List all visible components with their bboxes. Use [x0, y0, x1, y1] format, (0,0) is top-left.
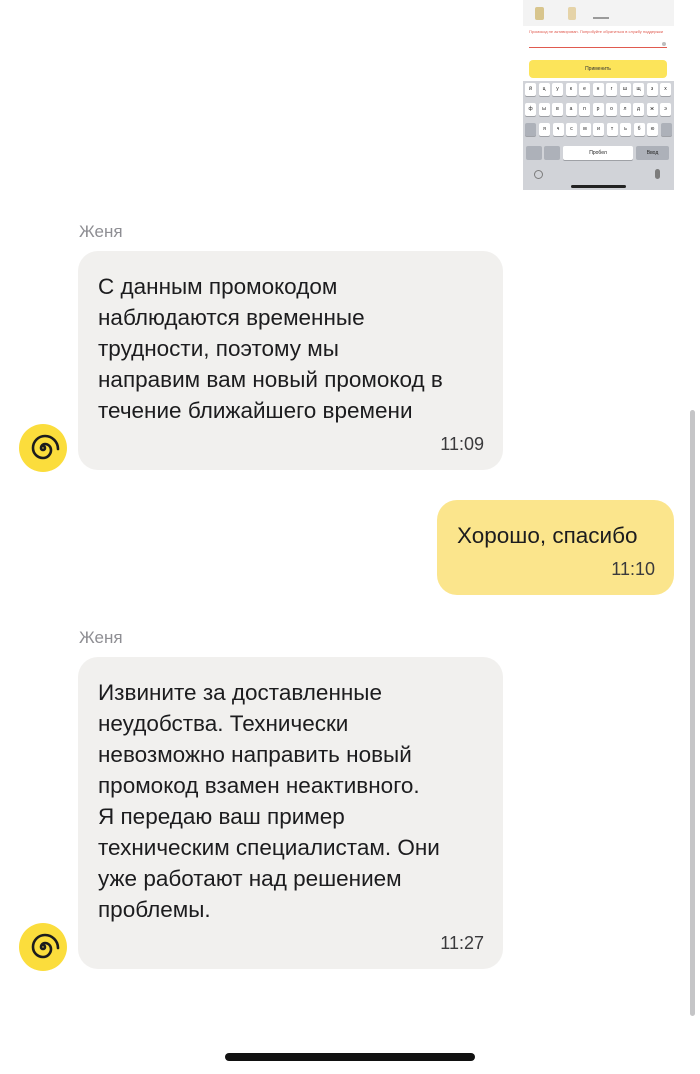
- thumbnail-key: я: [539, 123, 550, 136]
- thumbnail-key: й: [525, 83, 536, 96]
- thumbnail-key: н: [592, 83, 604, 96]
- thumbnail-error-text: Промокод не активирован. Попробуйте обра…: [529, 29, 663, 34]
- message-time: 11:27: [440, 933, 484, 953]
- thumbnail-backspace-key: [661, 123, 672, 136]
- thumbnail-key: м: [579, 123, 591, 136]
- thumbnail-key: г: [606, 83, 617, 96]
- thumbnail-clear-icon: [662, 42, 666, 46]
- thumbnail-key: с: [566, 123, 577, 136]
- thumbnail-key: д: [633, 103, 644, 116]
- thumbnail-key: в: [552, 103, 563, 116]
- thumbnail-home-indicator: [571, 185, 626, 188]
- thumbnail-key: о: [606, 103, 617, 116]
- thumbnail-key-123: [526, 146, 542, 160]
- thumbnail-key: ю: [647, 123, 658, 136]
- message-text: Хорошо, спасибо: [457, 523, 638, 548]
- thumbnail-key: т: [606, 123, 618, 136]
- thumbnail-key: ж: [646, 103, 658, 116]
- thumbnail-key: ц: [538, 83, 550, 96]
- thumbnail-tab-icon: [568, 7, 576, 20]
- thumbnail-key: ш: [619, 83, 631, 96]
- thumbnail-shift-key: [525, 123, 536, 136]
- scrollbar[interactable]: [690, 410, 695, 1016]
- microphone-icon: [655, 169, 660, 179]
- thumbnail-key: и: [593, 123, 604, 136]
- thumbnail-key: ч: [552, 123, 564, 136]
- message-text: С данным промокодом наблюдаются временны…: [98, 274, 443, 423]
- attachment-screenshot-thumbnail[interactable]: Промокод не активирован. Попробуйте обра…: [523, 0, 674, 190]
- message-time: 11:09: [440, 434, 484, 454]
- sender-name: Женя: [79, 222, 123, 241]
- thumbnail-key: б: [633, 123, 645, 136]
- message-text: Извините за доставленные неудобства. Тех…: [98, 680, 440, 922]
- thumbnail-enter-key: Ввод: [636, 146, 669, 160]
- spiral-logo-icon: [31, 933, 60, 959]
- thumbnail-space-key: Пробел: [563, 146, 633, 160]
- support-avatar: [19, 923, 67, 971]
- globe-icon: [534, 170, 543, 179]
- thumbnail-key: у: [552, 83, 563, 96]
- thumbnail-key: п: [579, 103, 590, 116]
- spiral-logo-icon: [31, 434, 60, 460]
- outgoing-message-bubble[interactable]: Хорошо, спасибо 11:10: [437, 500, 674, 595]
- thumbnail-promo-sheet: Промокод не активирован. Попробуйте обра…: [523, 0, 674, 81]
- incoming-message-bubble[interactable]: С данным промокодом наблюдаются временны…: [78, 251, 503, 470]
- thumbnail-key: щ: [633, 83, 644, 96]
- message-time: 11:10: [611, 559, 655, 579]
- thumbnail-field-underline: [529, 47, 667, 48]
- thumbnail-key: а: [565, 103, 577, 116]
- thumbnail-top-bar: [523, 0, 674, 26]
- sender-name: Женя: [79, 628, 123, 647]
- thumbnail-key: э: [660, 103, 671, 116]
- thumbnail-key: ь: [620, 123, 631, 136]
- chat-screen: Промокод не активирован. Попробуйте обра…: [0, 0, 700, 1074]
- support-avatar: [19, 424, 67, 472]
- thumbnail-key-emoji: [544, 146, 560, 160]
- thumbnail-apply-button: Применить: [529, 60, 667, 78]
- thumbnail-key: л: [619, 103, 631, 116]
- thumbnail-key: е: [579, 83, 590, 96]
- thumbnail-key: к: [565, 83, 577, 96]
- thumbnail-tab-icon: [535, 7, 544, 20]
- thumbnail-key: ф: [525, 103, 536, 116]
- thumbnail-tab-indicator: [593, 17, 609, 19]
- thumbnail-key: ы: [538, 103, 550, 116]
- thumbnail-key: х: [660, 83, 671, 96]
- home-indicator[interactable]: [225, 1053, 475, 1061]
- incoming-message-bubble[interactable]: Извините за доставленные неудобства. Тех…: [78, 657, 503, 969]
- thumbnail-key: з: [646, 83, 658, 96]
- thumbnail-key: р: [592, 103, 604, 116]
